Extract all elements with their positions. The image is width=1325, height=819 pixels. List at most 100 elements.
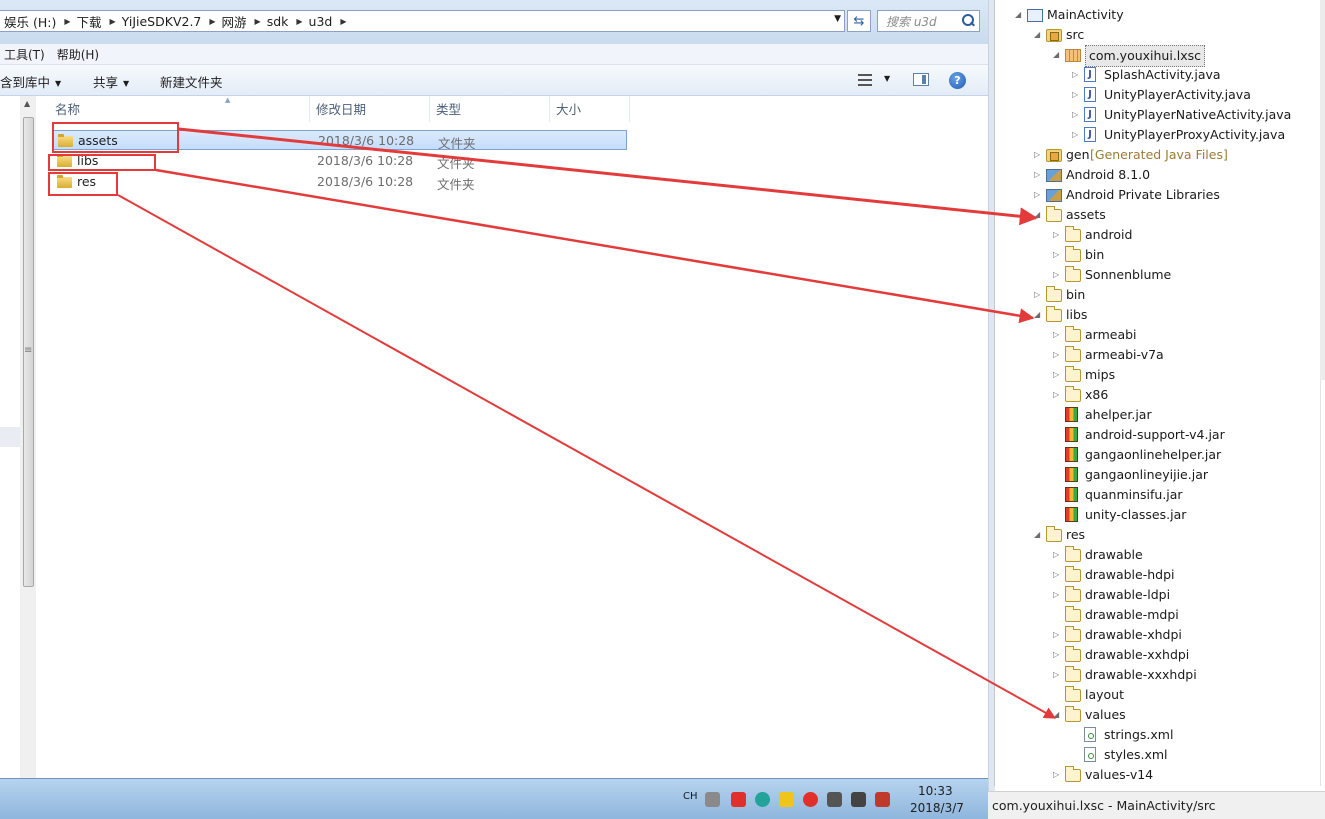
chevron-right-icon[interactable]: ▶ [62, 17, 72, 26]
expand-collapse-toggle-icon[interactable]: ▷ [1072, 85, 1082, 105]
expand-collapse-toggle-icon[interactable]: ▷ [1053, 585, 1063, 605]
column-type[interactable]: 类型 [430, 96, 550, 122]
tree-node-label: quanminsifu.jar [1085, 487, 1183, 502]
breadcrumb-drive[interactable]: 娱乐 (H:) [0, 12, 62, 31]
highlight-box-res [48, 172, 118, 196]
expand-collapse-toggle-icon[interactable]: ▷ [1053, 645, 1063, 665]
chevron-right-icon[interactable]: ▶ [253, 17, 263, 26]
expand-collapse-toggle-icon[interactable]: ▷ [1053, 765, 1063, 785]
navigation-pane[interactable] [0, 96, 21, 778]
expand-collapse-toggle-icon[interactable]: ▷ [1053, 665, 1063, 685]
expand-collapse-toggle-icon[interactable]: ◢ [1034, 205, 1044, 225]
column-size[interactable]: 大小 [550, 96, 630, 122]
help-icon[interactable]: ? [949, 72, 966, 89]
java-file-icon: J [1084, 107, 1096, 122]
column-modified[interactable]: 修改日期 [310, 96, 430, 122]
folder-icon [1065, 266, 1081, 282]
include-in-library-label: 含到库中 [0, 75, 51, 90]
expand-collapse-toggle-icon[interactable]: ▷ [1072, 105, 1082, 125]
status-text: com.youxihui.lxsc - MainActivity/src [992, 798, 1216, 813]
expand-collapse-toggle-icon[interactable]: ▷ [1034, 185, 1044, 205]
view-dropdown-icon[interactable]: ▼ [884, 74, 890, 83]
breadcrumb-downloads[interactable]: 下载 [73, 12, 108, 31]
chevron-right-icon[interactable]: ▶ [108, 17, 118, 26]
tree-node-label: drawable-xxhdpi [1085, 647, 1190, 662]
menu-help[interactable]: 帮助(H) [53, 46, 107, 63]
tree-node-label: layout [1085, 687, 1125, 702]
scroll-up-arrow-icon[interactable]: ▲ [24, 99, 30, 108]
java-file-icon: J [1084, 87, 1096, 102]
tree-node-label: drawable-ldpi [1085, 587, 1171, 602]
expand-collapse-toggle-icon[interactable]: ▷ [1053, 365, 1063, 385]
view-options-icon[interactable] [858, 74, 872, 86]
expand-collapse-toggle-icon[interactable]: ▷ [1053, 225, 1063, 245]
package-explorer-scrollbar-thumb[interactable] [1320, 0, 1325, 380]
expand-collapse-toggle-icon[interactable]: ▷ [1053, 545, 1063, 565]
chevron-right-icon[interactable]: ▶ [207, 17, 217, 26]
refresh-button[interactable]: ⇆ [847, 10, 871, 32]
jar-icon [1065, 487, 1078, 502]
new-folder-button[interactable]: 新建文件夹 [160, 72, 223, 91]
breadcrumb-online-games[interactable]: 网游 [218, 12, 253, 31]
qq-penguin-icon[interactable] [779, 792, 794, 807]
file-type: 文件夹 [438, 136, 476, 151]
address-history-dropdown-icon[interactable]: ▼ [834, 14, 841, 24]
volume-icon[interactable] [875, 792, 890, 807]
expand-collapse-toggle-icon[interactable]: ▷ [1053, 385, 1063, 405]
expand-collapse-toggle-icon[interactable]: ▷ [1053, 625, 1063, 645]
menu-tools[interactable]: 工具(T) [0, 46, 53, 63]
keyboard-icon[interactable] [705, 792, 720, 807]
tree-node-label: gangaonlinehelper.jar [1085, 447, 1222, 462]
tree-node-label: src [1066, 27, 1085, 42]
expand-collapse-toggle-icon[interactable]: ◢ [1015, 5, 1025, 25]
preview-pane-icon[interactable] [913, 73, 929, 86]
folder-icon [1065, 586, 1081, 602]
browser-icon[interactable] [755, 792, 770, 807]
search-icon[interactable] [961, 14, 975, 28]
highlight-box-libs [48, 154, 156, 171]
navigation-pane-selected-item[interactable] [0, 427, 20, 447]
search-input[interactable]: 搜索 u3d [877, 10, 980, 32]
include-in-library-button[interactable]: 含到库中 ▼ [0, 72, 61, 91]
folder-icon [1065, 766, 1081, 782]
tree-node-label: gangaonlineyijie.jar [1085, 467, 1208, 482]
input-method-indicator[interactable]: CH [683, 791, 698, 802]
breadcrumb-sdk[interactable]: sdk [263, 14, 295, 29]
expand-collapse-toggle-icon[interactable]: ▷ [1034, 145, 1044, 165]
expand-collapse-toggle-icon[interactable]: ▷ [1072, 125, 1082, 145]
column-name[interactable]: 名称 [49, 96, 310, 122]
file-row-res[interactable]: res 2018/3/6 10:28 文件夹 [53, 172, 627, 192]
expand-collapse-toggle-icon[interactable]: ◢ [1053, 705, 1063, 725]
file-modified: 2018/3/6 10:28 [318, 133, 415, 148]
library-icon [1046, 169, 1062, 182]
breadcrumb-sdk-version[interactable]: YiJieSDKV2.7 [118, 14, 208, 29]
share-button[interactable]: 共享 ▼ [93, 72, 129, 91]
clock-date[interactable]: 2018/3/7 [910, 801, 964, 815]
clock-time[interactable]: 10:33 [918, 784, 953, 798]
breadcrumb-u3d[interactable]: u3d [305, 14, 339, 29]
status-bar: com.youxihui.lxsc - MainActivity/src [988, 791, 1325, 819]
expand-collapse-toggle-icon[interactable]: ◢ [1034, 305, 1044, 325]
expand-collapse-toggle-icon[interactable]: ▷ [1053, 345, 1063, 365]
expand-collapse-toggle-icon[interactable]: ◢ [1034, 525, 1044, 545]
expand-collapse-toggle-icon[interactable]: ▷ [1053, 265, 1063, 285]
project-icon [1027, 9, 1043, 22]
expand-collapse-toggle-icon[interactable]: ▷ [1072, 65, 1082, 85]
expand-collapse-toggle-icon[interactable]: ▷ [1053, 325, 1063, 345]
expand-collapse-toggle-icon[interactable]: ◢ [1034, 25, 1044, 45]
tray-app-icon[interactable] [731, 792, 746, 807]
chevron-right-icon[interactable]: ▶ [294, 17, 304, 26]
chevron-right-icon[interactable]: ▶ [338, 17, 348, 26]
expand-collapse-toggle-icon[interactable]: ▷ [1053, 245, 1063, 265]
folder-icon [1065, 226, 1081, 242]
expand-collapse-toggle-icon[interactable]: ▷ [1034, 285, 1044, 305]
netease-music-icon[interactable] [803, 792, 818, 807]
speaker-icon[interactable] [851, 792, 866, 807]
expand-collapse-toggle-icon[interactable]: ▷ [1034, 165, 1044, 185]
file-modified: 2018/3/6 10:28 [317, 174, 414, 189]
network-icon[interactable] [827, 792, 842, 807]
expand-collapse-toggle-icon[interactable]: ◢ [1053, 45, 1063, 65]
expand-collapse-toggle-icon[interactable]: ▷ [1053, 565, 1063, 585]
address-bar[interactable]: 娱乐 (H:) ▶ 下载 ▶ YiJieSDKV2.7 ▶ 网游 ▶ sdk ▶ u3d ▶… [0, 10, 845, 32]
